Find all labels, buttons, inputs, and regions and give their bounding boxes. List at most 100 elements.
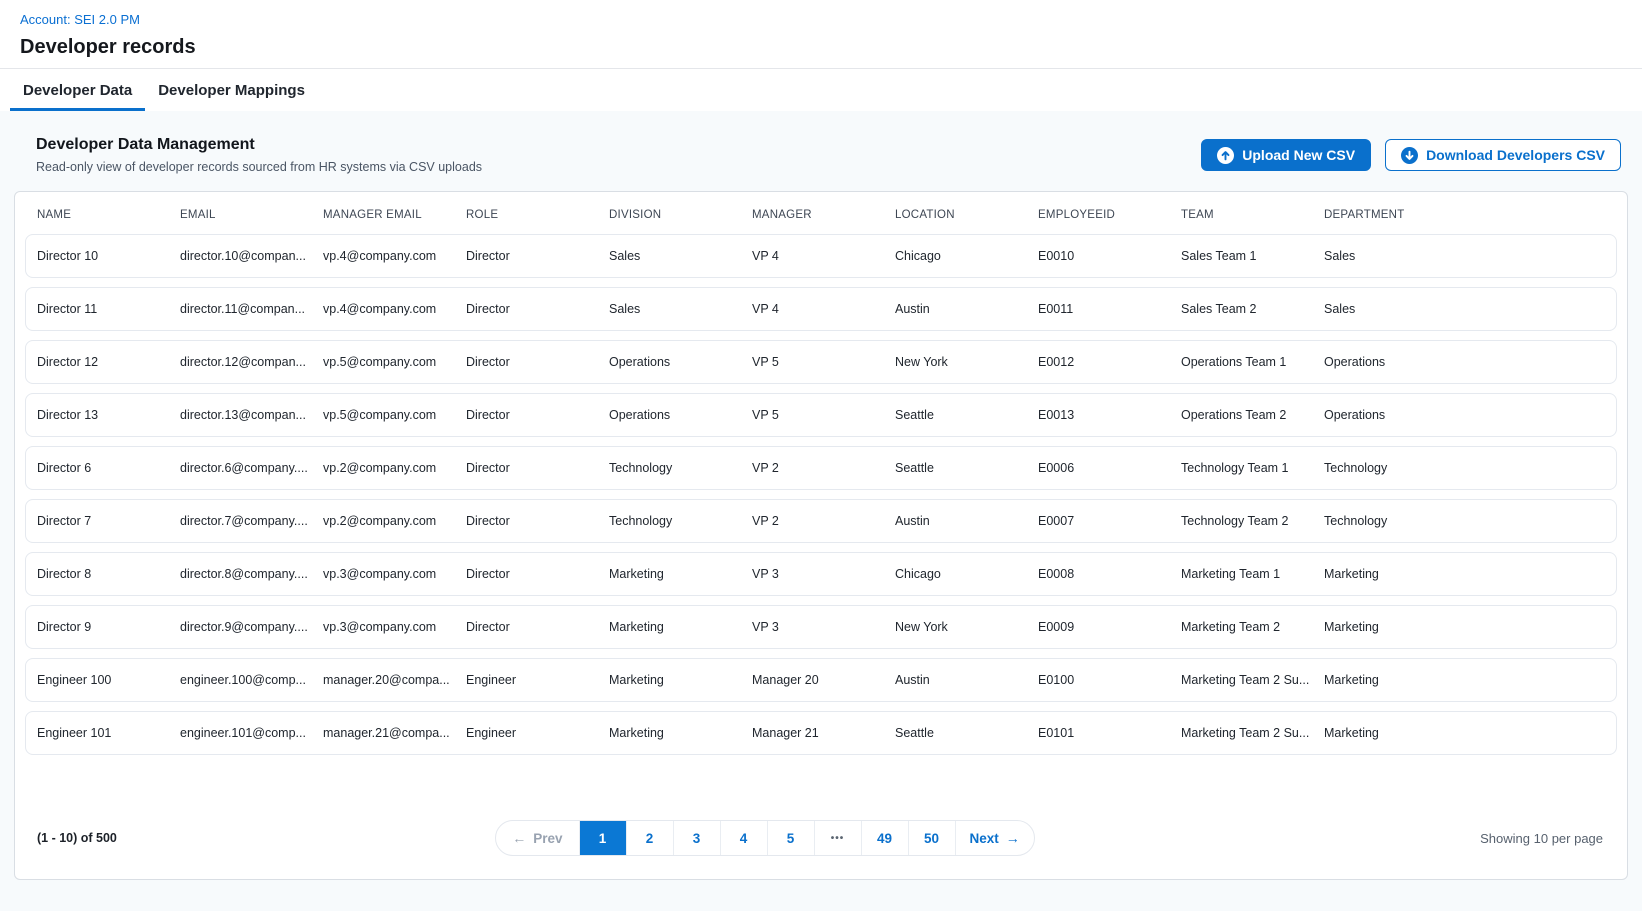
table-cell: Director 11 xyxy=(37,302,180,316)
action-buttons: Upload New CSV Download Developers CSV xyxy=(1201,139,1621,171)
upload-icon xyxy=(1217,147,1234,164)
page-header: Account: SEI 2.0 PM Developer records xyxy=(0,0,1642,68)
table-rows: Director 10director.10@compan...vp.4@com… xyxy=(15,234,1627,764)
section-header: Developer Data Management Read-only view… xyxy=(14,136,1628,174)
page-button-4[interactable]: 4 xyxy=(720,821,767,855)
table-cell: Director xyxy=(466,514,609,528)
download-csv-button[interactable]: Download Developers CSV xyxy=(1385,139,1621,171)
table-cell: Engineer 101 xyxy=(37,726,180,740)
table-cell: Marketing Team 2 Su... xyxy=(1181,673,1324,687)
column-header: EMAIL xyxy=(180,209,323,221)
table-cell: E0006 xyxy=(1038,461,1181,475)
table-cell: E0013 xyxy=(1038,408,1181,422)
page-button-5[interactable]: 5 xyxy=(767,821,814,855)
table-cell: Operations xyxy=(1324,355,1616,369)
table-cell: VP 2 xyxy=(752,514,895,528)
table-cell: director.6@company.... xyxy=(180,461,323,475)
table-cell: Director 13 xyxy=(37,408,180,422)
prev-page-button[interactable]: ← Prev xyxy=(496,821,578,855)
table-cell: director.11@compan... xyxy=(180,302,323,316)
arrow-right-icon: → xyxy=(1006,831,1020,845)
table-cell: E0010 xyxy=(1038,249,1181,263)
tab-developer-mappings[interactable]: Developer Mappings xyxy=(145,69,318,111)
prev-label: Prev xyxy=(533,831,562,846)
upload-csv-button[interactable]: Upload New CSV xyxy=(1201,139,1371,171)
table-cell: Operations xyxy=(1324,408,1616,422)
table-cell: Marketing Team 2 Su... xyxy=(1181,726,1324,740)
table-cell: engineer.101@comp... xyxy=(180,726,323,740)
section-title: Developer Data Management xyxy=(36,136,482,154)
result-range-label: (1 - 10) of 500 xyxy=(37,831,550,845)
table-cell: VP 3 xyxy=(752,620,895,634)
table-cell: Marketing xyxy=(1324,620,1616,634)
table-cell: Marketing xyxy=(609,726,752,740)
download-button-label: Download Developers CSV xyxy=(1426,147,1605,163)
page-button-2[interactable]: 2 xyxy=(626,821,673,855)
table-row: Director 11director.11@compan...vp.4@com… xyxy=(25,287,1617,331)
page-button-3[interactable]: 3 xyxy=(673,821,720,855)
table-cell: Technology Team 1 xyxy=(1181,461,1324,475)
column-header: TEAM xyxy=(1181,209,1324,221)
pagination-controls: ← Prev 12345•••4950 Next → xyxy=(495,820,1035,856)
tab-developer-data[interactable]: Developer Data xyxy=(10,69,145,111)
table-row: Director 6director.6@company....vp.2@com… xyxy=(25,446,1617,490)
table-cell: vp.3@company.com xyxy=(323,567,466,581)
table-cell: Technology xyxy=(609,461,752,475)
table-row: Director 10director.10@compan...vp.4@com… xyxy=(25,234,1617,278)
page-ellipsis: ••• xyxy=(814,821,861,855)
table-cell: Sales xyxy=(609,302,752,316)
table-cell: director.8@company.... xyxy=(180,567,323,581)
table-cell: VP 5 xyxy=(752,355,895,369)
table-cell: Director 12 xyxy=(37,355,180,369)
table-cell: Manager 20 xyxy=(752,673,895,687)
table-cell: E0008 xyxy=(1038,567,1181,581)
table-cell: Seattle xyxy=(895,461,1038,475)
table-cell: Technology xyxy=(1324,461,1616,475)
table-cell: VP 5 xyxy=(752,408,895,422)
table-cell: manager.21@compa... xyxy=(323,726,466,740)
table-cell: Austin xyxy=(895,514,1038,528)
table-cell: Marketing xyxy=(609,620,752,634)
table-cell: vp.5@company.com xyxy=(323,408,466,422)
pagination-bar: (1 - 10) of 500 ← Prev 12345•••4950 Next… xyxy=(15,820,1627,879)
column-header: NAME xyxy=(37,209,180,221)
table-cell: Sales xyxy=(1324,302,1616,316)
table-cell: director.10@compan... xyxy=(180,249,323,263)
table-row: Director 7director.7@company....vp.2@com… xyxy=(25,499,1617,543)
table-cell: E0007 xyxy=(1038,514,1181,528)
table-cell: Marketing xyxy=(1324,567,1616,581)
table-cell: director.12@compan... xyxy=(180,355,323,369)
column-header: DIVISION xyxy=(609,209,752,221)
page-button-49[interactable]: 49 xyxy=(861,821,908,855)
table-cell: Manager 21 xyxy=(752,726,895,740)
page-button-1[interactable]: 1 xyxy=(579,821,626,855)
table-cell: VP 4 xyxy=(752,302,895,316)
table-cell: E0012 xyxy=(1038,355,1181,369)
table-cell: VP 2 xyxy=(752,461,895,475)
main-content: Developer Data Management Read-only view… xyxy=(0,111,1642,911)
column-header: MANAGER EMAIL xyxy=(323,209,466,221)
table-cell: Technology xyxy=(609,514,752,528)
table-cell: Marketing xyxy=(609,673,752,687)
account-link[interactable]: Account: SEI 2.0 PM xyxy=(20,12,140,27)
page-button-50[interactable]: 50 xyxy=(908,821,955,855)
next-page-button[interactable]: Next → xyxy=(955,821,1034,855)
table-cell: Austin xyxy=(895,673,1038,687)
table-cell: Marketing xyxy=(1324,673,1616,687)
column-header: LOCATION xyxy=(895,209,1038,221)
table-cell: Director xyxy=(466,408,609,422)
per-page-label: Showing 10 per page xyxy=(1090,831,1603,846)
column-header: MANAGER xyxy=(752,209,895,221)
table-cell: Director xyxy=(466,302,609,316)
section-subtitle: Read-only view of developer records sour… xyxy=(36,160,482,174)
table-row: Director 8director.8@company....vp.3@com… xyxy=(25,552,1617,596)
table-cell: E0011 xyxy=(1038,302,1181,316)
table-cell: Chicago xyxy=(895,249,1038,263)
table-cell: Seattle xyxy=(895,408,1038,422)
table-cell: Sales Team 2 xyxy=(1181,302,1324,316)
table-cell: Engineer xyxy=(466,673,609,687)
table-cell: vp.5@company.com xyxy=(323,355,466,369)
table-cell: Director 7 xyxy=(37,514,180,528)
tab-bar: Developer Data Developer Mappings xyxy=(0,68,1642,111)
table-cell: Director xyxy=(466,567,609,581)
